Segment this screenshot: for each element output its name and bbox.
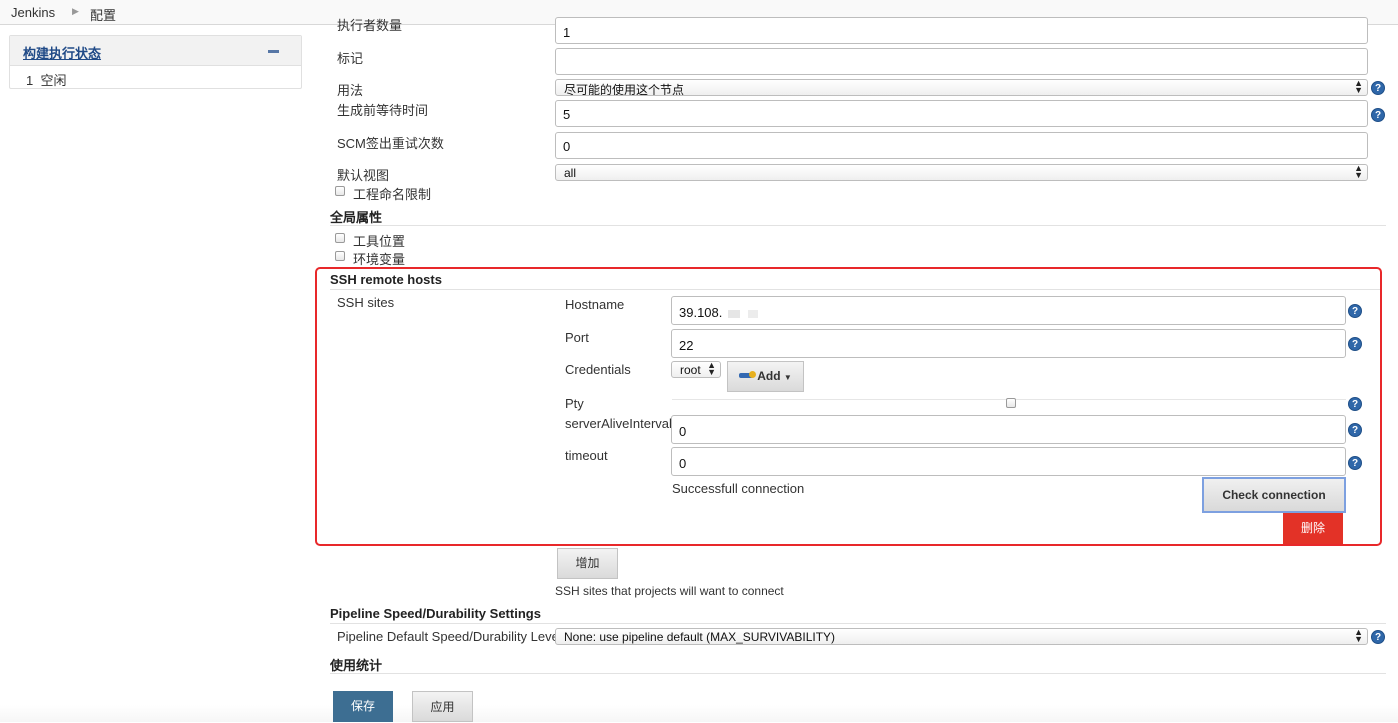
key-icon: [739, 371, 757, 378]
help-icon[interactable]: ?: [1371, 81, 1385, 95]
credentials-label: Credentials: [565, 362, 631, 377]
add-site-button[interactable]: 增加: [557, 548, 618, 579]
usage-select-value: 尽可能的使用这个节点: [564, 83, 685, 96]
blurred-text: [748, 309, 759, 318]
select-arrows-icon: ▲ ▼: [707, 361, 716, 377]
executor-panel-title[interactable]: 构建执行状态: [23, 43, 101, 62]
executor-row: 1 空闲: [26, 70, 66, 89]
check-connection-button[interactable]: Check connection: [1202, 477, 1346, 513]
scm-retry-input[interactable]: 0: [555, 132, 1368, 159]
tool-locations-checkbox[interactable]: [335, 233, 345, 243]
delete-button[interactable]: 删除: [1283, 513, 1343, 544]
select-arrows-icon: ▲ ▼: [1354, 628, 1363, 644]
pipeline-level-value: None: use pipeline default (MAX_SURVIVAB…: [564, 630, 836, 644]
connection-status: Successfull connection: [672, 481, 805, 496]
select-arrows-icon: ▲ ▼: [1354, 164, 1363, 180]
usage-select[interactable]: 尽可能的使用这个节点 ▲ ▼: [555, 79, 1368, 96]
quiet-period-input[interactable]: 5: [555, 100, 1368, 127]
usage-stats-heading: 使用统计: [330, 658, 383, 673]
help-icon[interactable]: ?: [1348, 423, 1362, 437]
hostname-value: 39.108.: [679, 305, 723, 320]
ssh-heading: SSH remote hosts: [330, 272, 442, 287]
pty-checkbox[interactable]: [1006, 398, 1016, 408]
ssh-sites-hint: SSH sites that projects will want to con…: [555, 584, 784, 598]
port-label: Port: [565, 330, 589, 345]
env-vars-label: 环境变量: [353, 252, 406, 267]
add-credentials-label: Add: [757, 369, 781, 383]
caret-down-icon: ▼: [783, 373, 792, 382]
select-arrows-icon: ▲ ▼: [1354, 79, 1363, 95]
server-alive-input[interactable]: 0: [671, 415, 1346, 444]
hostname-input[interactable]: 39.108.: [671, 296, 1346, 325]
help-icon[interactable]: ?: [1348, 337, 1362, 351]
divider: [330, 673, 1386, 674]
add-credentials-button[interactable]: Add ▼: [727, 361, 804, 392]
pipeline-level-select[interactable]: None: use pipeline default (MAX_SURVIVAB…: [555, 628, 1368, 645]
default-view-label: 默认视图: [337, 168, 390, 183]
help-icon[interactable]: ?: [1371, 630, 1385, 644]
collapse-icon[interactable]: [268, 50, 279, 53]
credentials-value: root: [680, 363, 701, 377]
blurred-text: [728, 309, 741, 318]
divider: [330, 623, 1386, 624]
executor-number: 1: [26, 73, 34, 88]
pipeline-heading: Pipeline Speed/Durability Settings: [330, 606, 541, 621]
default-view-value: all: [564, 166, 577, 180]
port-input[interactable]: 22: [671, 329, 1346, 358]
executor-panel-header: 构建执行状态: [10, 36, 301, 66]
breadcrumb-jenkins[interactable]: Jenkins: [11, 5, 55, 20]
ssh-sites-label: SSH sites: [337, 295, 395, 310]
apply-button[interactable]: 应用: [412, 691, 473, 722]
executors-input[interactable]: 1: [555, 17, 1368, 44]
breadcrumb-configure[interactable]: 配置: [90, 5, 116, 24]
labels-input[interactable]: [555, 48, 1368, 75]
help-icon[interactable]: ?: [1348, 304, 1362, 318]
timeout-label: timeout: [565, 448, 608, 463]
help-icon[interactable]: ?: [1348, 456, 1362, 470]
project-naming-checkbox[interactable]: [335, 186, 345, 196]
save-button[interactable]: 保存: [333, 691, 393, 722]
pty-label: Pty: [565, 396, 584, 411]
executors-label: 执行者数量: [337, 18, 403, 33]
project-naming-label: 工程命名限制: [353, 187, 432, 202]
server-alive-label: serverAliveInterval: [565, 416, 672, 431]
chevron-right-icon: ▶: [72, 6, 79, 16]
divider: [330, 225, 1386, 226]
scm-retry-label: SCM签出重试次数: [337, 136, 444, 151]
help-icon[interactable]: ?: [1371, 108, 1385, 122]
global-properties-heading: 全局属性: [330, 210, 383, 225]
default-view-select[interactable]: all ▲ ▼: [555, 164, 1368, 181]
divider: [330, 289, 1380, 290]
credentials-select[interactable]: root ▲ ▼: [671, 361, 721, 378]
pipeline-level-label: Pipeline Default Speed/Durability Level: [337, 629, 562, 644]
quiet-period-label: 生成前等待时间: [337, 103, 429, 118]
tool-locations-label: 工具位置: [353, 234, 406, 249]
footer-shadow: [0, 705, 1398, 722]
labels-label: 标记: [337, 51, 364, 66]
timeout-input[interactable]: 0: [671, 447, 1346, 476]
executor-status: 空闲: [40, 73, 67, 88]
executor-status-panel: 构建执行状态 1 空闲: [9, 35, 302, 89]
help-icon[interactable]: ?: [1348, 397, 1362, 411]
hostname-label: Hostname: [565, 297, 625, 312]
env-vars-checkbox[interactable]: [335, 251, 345, 261]
usage-label: 用法: [337, 83, 364, 98]
